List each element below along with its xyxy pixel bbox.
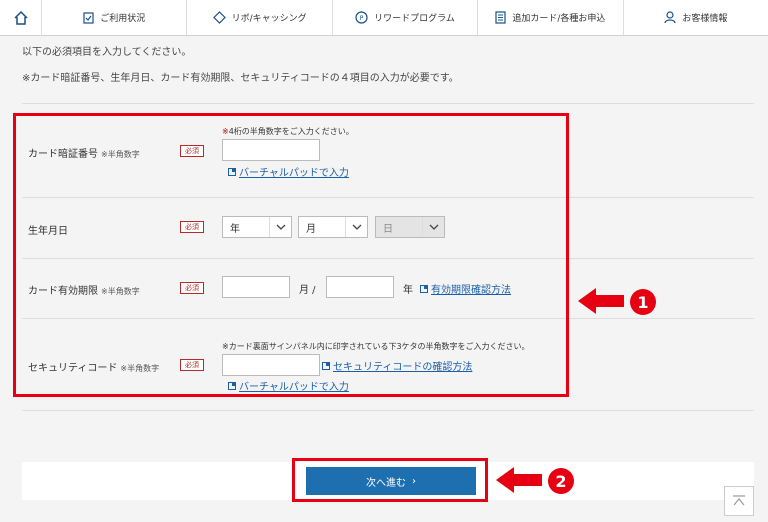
arrow-up-icon xyxy=(733,495,745,506)
intro-line-1: 以下の必須項目を入力してください。 xyxy=(22,47,192,58)
nav-label: ご利用状況 xyxy=(100,14,146,24)
highlight-box-button xyxy=(292,458,488,502)
nav-label: リボ/キャッシング xyxy=(231,14,307,24)
page-top-button[interactable] xyxy=(724,486,754,516)
home-icon xyxy=(13,10,28,25)
annotation-badge-2: 2 xyxy=(548,468,574,494)
nav-revolving-cashing[interactable]: リボ/キャッシング xyxy=(187,0,333,35)
arrow-left-icon xyxy=(496,467,542,493)
nav-reward-program[interactable]: P リワードプログラム xyxy=(333,0,479,35)
clipboard-icon xyxy=(83,12,94,24)
user-icon xyxy=(664,11,676,24)
arrow-left-icon xyxy=(578,288,624,314)
svg-text:P: P xyxy=(360,15,364,22)
highlight-box-form xyxy=(13,113,569,397)
annotation-badge-1: 1 xyxy=(630,289,656,315)
document-icon xyxy=(495,11,506,24)
divider xyxy=(22,410,754,411)
diamond-icon xyxy=(212,11,226,24)
intro-text: 以下の必須項目を入力してください。 ※カード暗証番号、生年月日、カード有効期限、… xyxy=(22,48,459,100)
divider xyxy=(22,103,754,104)
nav-usage-status[interactable]: ご利用状況 xyxy=(42,0,188,35)
intro-line-2: ※カード暗証番号、生年月日、カード有効期限、セキュリティコードの４項目の入力が必… xyxy=(22,73,459,84)
nav-label: リワードプログラム xyxy=(374,14,455,24)
nav-label: 追加カード/各種お申込 xyxy=(512,14,606,24)
nav-customer-info[interactable]: お客様情報 xyxy=(624,0,768,35)
nav-home[interactable] xyxy=(0,0,42,36)
point-icon: P xyxy=(355,11,368,24)
nav-additional-card[interactable]: 追加カード/各種お申込 xyxy=(478,0,624,35)
top-navigation: ご利用状況 リボ/キャッシング P リワードプログラム 追加カード/各種お申込 … xyxy=(0,0,768,36)
nav-label: お客様情報 xyxy=(682,14,728,24)
